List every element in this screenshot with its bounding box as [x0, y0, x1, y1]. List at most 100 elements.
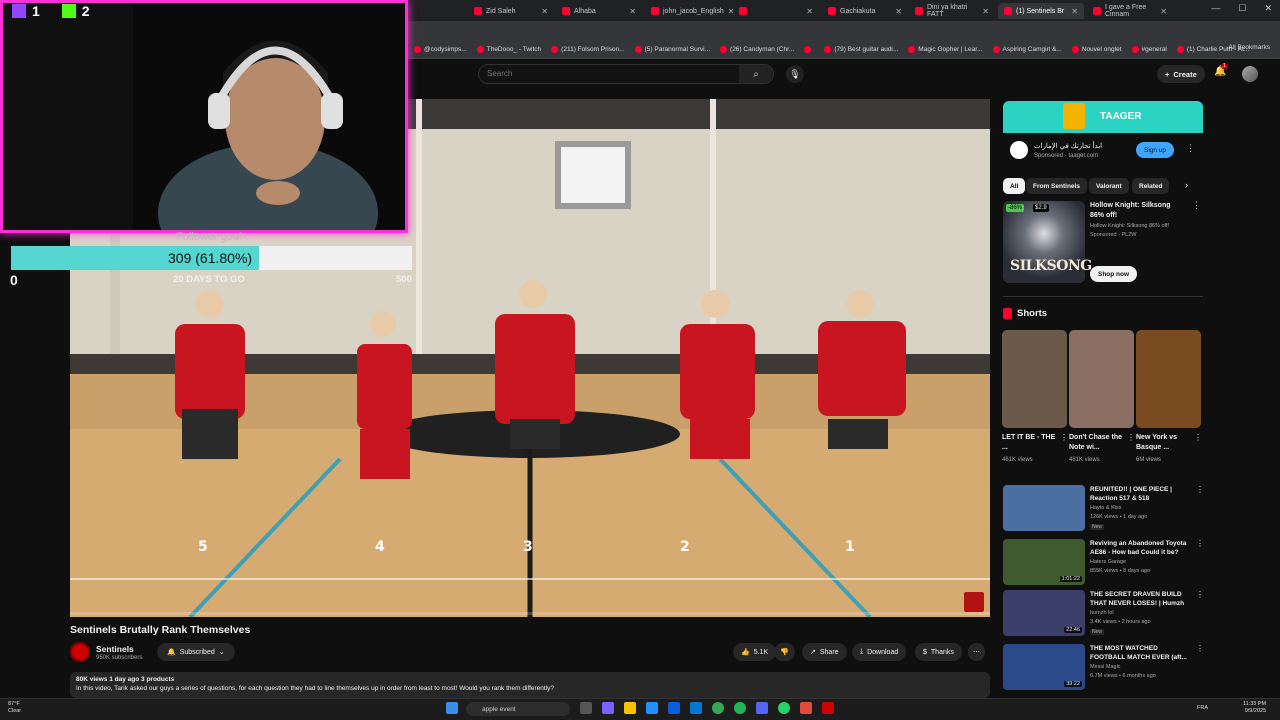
more-vertical-icon[interactable]: ⋮ [1196, 485, 1204, 494]
app-icon[interactable] [800, 702, 812, 714]
minimize-icon[interactable]: — [1211, 3, 1220, 14]
profile-avatar[interactable] [1242, 66, 1258, 82]
create-button[interactable]: + Create [1157, 65, 1205, 83]
short-thumbnail[interactable] [1136, 330, 1201, 428]
recommended-channel[interactable]: Haters Garage [1090, 559, 1126, 565]
thanks-button[interactable]: $ Thanks [915, 643, 962, 661]
bookmark-item[interactable]: Nouvel onglet [1071, 46, 1122, 53]
filter-chip[interactable]: Valorant [1089, 178, 1129, 194]
download-button[interactable]: ⤓ Download [852, 643, 907, 661]
subscribed-button[interactable]: 🔔 Subscribed ⌄ [157, 643, 235, 661]
short-title[interactable]: New York vs Basque ... [1136, 433, 1191, 453]
close-tab-icon[interactable]: ✕ [895, 7, 902, 16]
bookmark-item[interactable]: Magic Gopher | Lear... [908, 46, 983, 53]
bookmark-item[interactable]: TheDooo_ - Twitch [476, 46, 541, 53]
maximize-icon[interactable]: ☐ [1238, 3, 1246, 14]
more-vertical-icon[interactable]: ⋮ [1127, 433, 1135, 442]
share-button[interactable]: ↗ Share [802, 643, 847, 661]
search-box[interactable]: ⌕ [478, 64, 774, 84]
recommended-thumbnail[interactable] [1003, 485, 1085, 531]
recommended-channel[interactable]: humzh lol [1090, 610, 1114, 616]
search-input[interactable] [487, 69, 737, 78]
microphone-icon[interactable]: 🎙 [786, 65, 804, 83]
browser-tab[interactable]: Gachiakuta ✕ [822, 3, 908, 19]
bookmark-item[interactable]: (211) Folsom Prison... [551, 46, 625, 53]
ad-title[interactable]: ابدأ تجارتك في الإمارات [1034, 142, 1102, 150]
edge-icon[interactable] [646, 702, 658, 714]
browser-tab[interactable]: Dini ya khatri FATT ✕ [909, 3, 995, 19]
more-vertical-icon[interactable]: ⋮ [1196, 539, 1204, 548]
bookmark-item[interactable]: @codysimps... [414, 46, 467, 53]
more-actions-button[interactable]: ⋯ [968, 643, 985, 661]
outlook-icon[interactable] [690, 702, 702, 714]
more-vertical-icon[interactable]: ⋮ [1192, 200, 1201, 211]
all-bookmarks-button[interactable]: All Bookmarks [1228, 44, 1270, 51]
recommended-thumbnail[interactable]: 22:46 [1003, 590, 1085, 636]
browser-tab[interactable]: john_jacob_English ✕ [645, 3, 734, 19]
bookmark-item[interactable]: Aspiring Camgirl &... [992, 46, 1062, 53]
recommended-title[interactable]: THE SECRET DRAVEN BUILD THAT NEVER LOSES… [1090, 590, 1190, 608]
bookmark-item[interactable]: #general [1131, 46, 1167, 53]
browser-tab[interactable]: Alhaba ✕ [556, 3, 642, 19]
filter-chip[interactable]: All [1003, 178, 1026, 194]
file-explorer-icon[interactable] [624, 702, 636, 714]
channel-name[interactable]: Sentinels [96, 644, 134, 654]
close-tab-icon[interactable]: ✕ [982, 7, 989, 16]
recommended-thumbnail[interactable]: 1:01:22 [1003, 539, 1085, 585]
taskbar-search[interactable]: apple event [466, 702, 570, 716]
recommended-thumbnail[interactable]: 39:22 [1003, 644, 1085, 690]
chrome-icon[interactable] [712, 702, 724, 714]
close-window-icon[interactable]: ✕ [1264, 3, 1272, 14]
browser-tab[interactable]: I gave a Free Cinnam ✕ [1087, 3, 1173, 19]
more-vertical-icon[interactable]: ⋮ [1060, 433, 1068, 442]
windows-start-icon[interactable] [446, 702, 458, 714]
short-thumbnail[interactable] [1069, 330, 1134, 428]
whatsapp-icon[interactable] [778, 702, 790, 714]
video-progress-bar[interactable] [70, 612, 990, 615]
recommended-channel[interactable]: Hayto & Kiss [1090, 505, 1121, 511]
recommended-channel[interactable]: Messi Magic [1090, 664, 1121, 670]
close-tab-icon[interactable]: ✕ [541, 7, 548, 16]
shop-now-button[interactable]: Shop now [1090, 266, 1138, 282]
browser-tab[interactable]: Zid Saleh ✕ [468, 3, 554, 19]
close-tab-icon[interactable]: ✕ [629, 7, 636, 16]
recommended-title[interactable]: THE MOST WATCHED FOOTBALL MATCH EVER (af… [1090, 644, 1190, 662]
browser-tab[interactable]: ✕ [733, 3, 819, 19]
more-vertical-icon[interactable]: ⋮ [1196, 590, 1204, 599]
more-vertical-icon[interactable]: ⋮ [1186, 143, 1195, 154]
filter-chip[interactable]: Related [1132, 178, 1170, 194]
more-vertical-icon[interactable]: ⋮ [1196, 644, 1204, 653]
bookmark-item[interactable]: (5) Paranormal Survi... [634, 46, 710, 53]
short-title[interactable]: Don't Chase the Note wi... [1069, 433, 1124, 453]
app-icon[interactable] [822, 702, 834, 714]
bookmark-item[interactable]: (79) Best guitar audi... [824, 46, 898, 53]
channel-avatar[interactable] [70, 642, 90, 662]
input-language[interactable]: FRA [1197, 705, 1208, 711]
filter-chip[interactable]: From Sentinels [1026, 178, 1087, 194]
short-thumbnail[interactable] [1002, 330, 1067, 428]
recommended-title[interactable]: Reviving an Abandoned Toyota AE86 - How … [1090, 539, 1190, 557]
like-button[interactable]: 👍 5.1K [733, 643, 777, 661]
search-icon[interactable]: ⌕ [739, 65, 773, 83]
app-icon[interactable] [668, 702, 680, 714]
weather-widget[interactable]: 87°F Clear [8, 701, 21, 715]
spotify-icon[interactable] [734, 702, 746, 714]
bookmark-item[interactable]: (26) Candyman (Chr... [720, 46, 794, 53]
short-title[interactable]: LET IT BE - THE ... [1002, 433, 1057, 453]
channel-watermark-icon[interactable] [964, 592, 984, 612]
ad-signup-button[interactable]: Sign up [1136, 142, 1175, 158]
bookmark-item[interactable] [804, 46, 814, 53]
recommended-title[interactable]: REUNITED!! | ONE PIECE | Reaction 517 & … [1090, 485, 1190, 503]
browser-tab[interactable]: (1) Sentinels Br ✕ [998, 3, 1084, 19]
chevron-right-icon[interactable]: › [1185, 180, 1188, 190]
sponsored-product-title[interactable]: Hollow Knight: Silksong 86% off! [1090, 201, 1186, 221]
close-tab-icon[interactable]: ✕ [806, 7, 813, 16]
close-tab-icon[interactable]: ✕ [1071, 7, 1078, 16]
app-icon[interactable] [602, 702, 614, 714]
more-vertical-icon[interactable]: ⋮ [1194, 433, 1202, 442]
task-view-icon[interactable] [580, 702, 592, 714]
close-tab-icon[interactable]: ✕ [1160, 7, 1167, 16]
taskbar-clock[interactable]: 11:33 PM 9/9/2025 [1243, 701, 1266, 715]
discord-icon[interactable] [756, 702, 768, 714]
dislike-button[interactable]: 👎 [774, 643, 795, 661]
